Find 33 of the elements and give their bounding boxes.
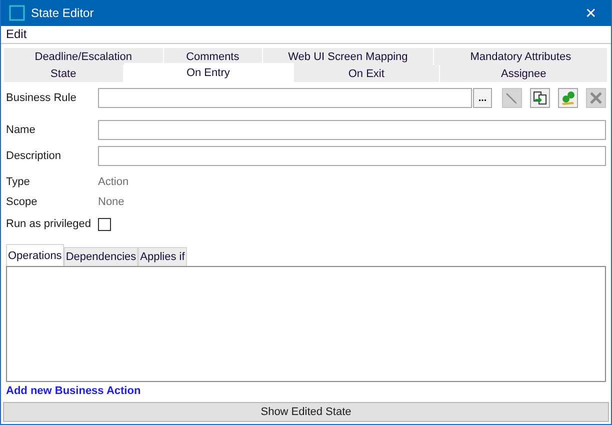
toolbar-button[interactable] [530, 88, 550, 108]
tab[interactable]: Dependencies [64, 247, 138, 266]
field-label: Name [6, 124, 36, 136]
field-label: Run as privileged [6, 218, 92, 230]
tab[interactable]: State [4, 65, 124, 82]
tab[interactable]: Operations [6, 244, 64, 266]
checkbox[interactable] [98, 218, 111, 230]
text-field[interactable] [98, 120, 606, 140]
copy-icon [533, 91, 547, 105]
window-icon [9, 4, 25, 21]
field-value: None [98, 196, 124, 208]
delete-icon [589, 91, 603, 105]
field-label: Description [6, 150, 62, 162]
field-label: Business Rule [6, 92, 78, 104]
tab[interactable]: Deadline/Escalation [4, 48, 164, 65]
tab[interactable]: On Exit [294, 65, 440, 82]
tab[interactable]: Web UI Screen Mapping [262, 48, 434, 65]
field-label: Scope [6, 196, 38, 208]
tab[interactable]: Applies if [138, 247, 187, 266]
browse-button[interactable]: ... [473, 88, 492, 108]
text-field[interactable] [98, 146, 606, 166]
menu-item[interactable]: Edit [6, 27, 27, 42]
field-label: Type [6, 176, 31, 188]
tab[interactable]: Assignee [440, 65, 608, 82]
window-title: State Editor [31, 6, 95, 20]
add-business-action-link[interactable]: Add new Business Action [6, 385, 141, 397]
tab[interactable]: Mandatory Attributes [434, 48, 608, 65]
business-rule-field[interactable] [98, 88, 472, 108]
close-button[interactable]: ✕ [579, 4, 603, 21]
gears-icon [560, 90, 576, 106]
show-edited-state-button[interactable]: Show Edited State [3, 402, 609, 422]
pencil-icon [505, 91, 519, 105]
field-value: Action [98, 176, 129, 188]
